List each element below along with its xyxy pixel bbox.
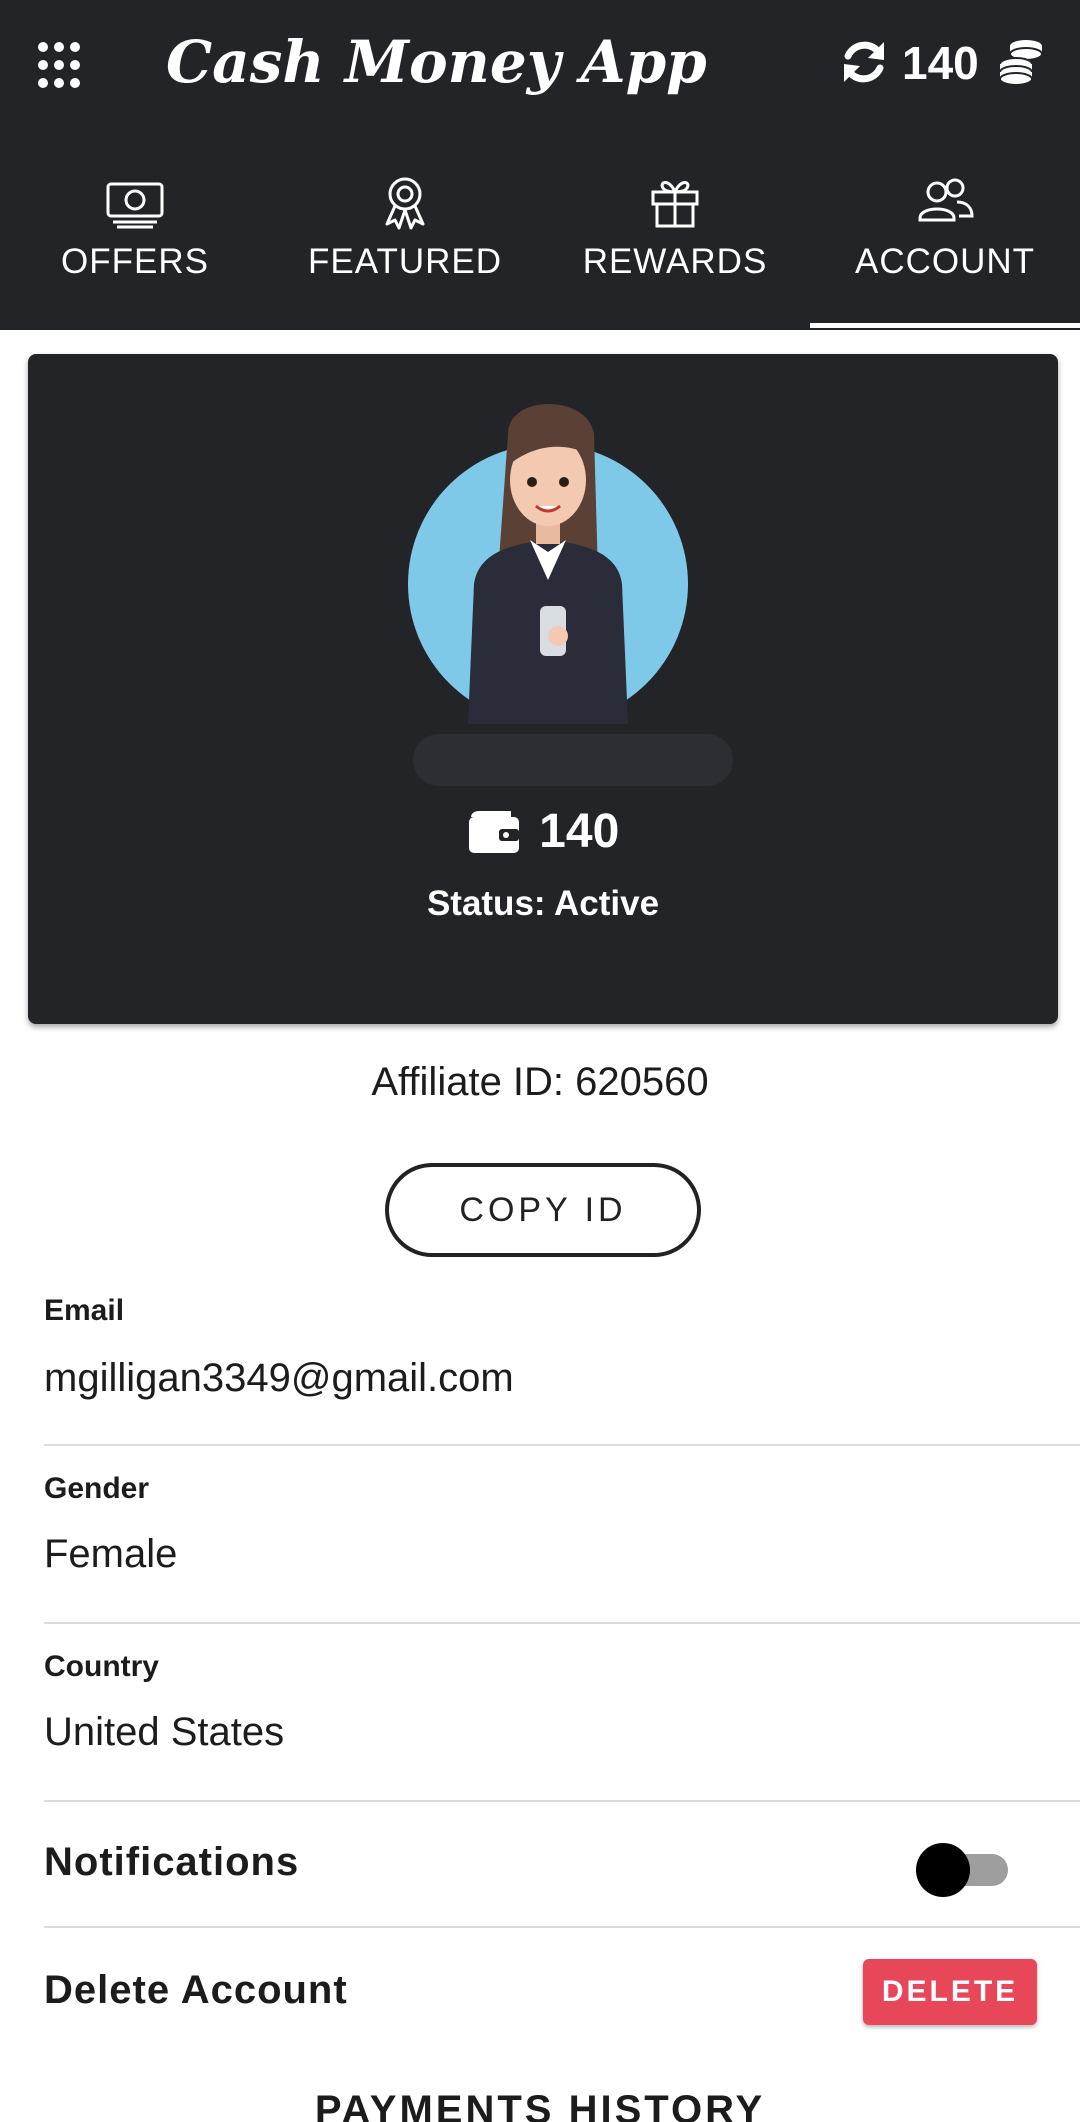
refresh-icon[interactable] bbox=[838, 36, 890, 88]
gender-label: Gender bbox=[44, 1472, 150, 1505]
tab-rewards[interactable]: REWARDS bbox=[540, 170, 810, 326]
app-header: Cash Money App 140 OFFERS FEATURED REWAR… bbox=[0, 0, 1080, 330]
toggle-knob bbox=[916, 1843, 970, 1897]
country-field: Country United States bbox=[44, 1646, 1080, 1802]
account-status: Status: Active bbox=[426, 884, 660, 923]
wallet-balance: 140 bbox=[539, 805, 620, 858]
award-ribbon-icon bbox=[385, 177, 425, 230]
affiliate-id: Affiliate ID: 620560 bbox=[371, 1060, 709, 1104]
tab-bar: OFFERS FEATURED REWARDS ACCOUNT bbox=[0, 170, 1080, 328]
copy-id-button[interactable]: COPY ID bbox=[385, 1163, 701, 1257]
email-field: Email mgilligan3349@gmail.com bbox=[44, 1290, 1080, 1446]
username-redacted bbox=[413, 734, 733, 786]
notifications-toggle[interactable] bbox=[916, 1843, 1014, 1897]
balance-row: 140 bbox=[28, 804, 1058, 859]
users-icon bbox=[918, 178, 974, 222]
tab-featured[interactable]: FEATURED bbox=[270, 170, 540, 326]
email-value: mgilligan3349@gmail.com bbox=[44, 1356, 514, 1400]
gift-icon bbox=[651, 181, 699, 228]
coins-stack-icon bbox=[999, 40, 1043, 86]
payments-history-heading: PAYMENTS HISTORY bbox=[314, 2088, 766, 2122]
tab-label: OFFERS bbox=[61, 242, 209, 281]
tab-label: ACCOUNT bbox=[854, 242, 1036, 281]
coin-balance: 140 bbox=[902, 37, 979, 89]
country-value: United States bbox=[44, 1710, 285, 1754]
email-label: Email bbox=[44, 1294, 125, 1327]
gender-field: Gender Female bbox=[44, 1468, 1080, 1624]
grid-menu-icon[interactable] bbox=[38, 42, 86, 90]
tab-account[interactable]: ACCOUNT bbox=[810, 170, 1080, 328]
country-label: Country bbox=[44, 1650, 159, 1683]
tab-offers[interactable]: OFFERS bbox=[0, 170, 270, 326]
gender-value: Female bbox=[44, 1532, 178, 1576]
profile-card: 140 Status: Active bbox=[28, 354, 1058, 1024]
app-title: Cash Money App bbox=[166, 28, 707, 96]
tab-label: FEATURED bbox=[307, 242, 503, 281]
money-bill-icon bbox=[106, 182, 164, 229]
avatar bbox=[408, 404, 688, 724]
delete-account-button[interactable]: DELETE bbox=[863, 1959, 1037, 2025]
notifications-label: Notifications bbox=[44, 1840, 300, 1884]
delete-account-label: Delete Account bbox=[44, 1968, 348, 2012]
wallet-icon bbox=[468, 810, 519, 853]
tab-label: REWARDS bbox=[582, 242, 768, 281]
